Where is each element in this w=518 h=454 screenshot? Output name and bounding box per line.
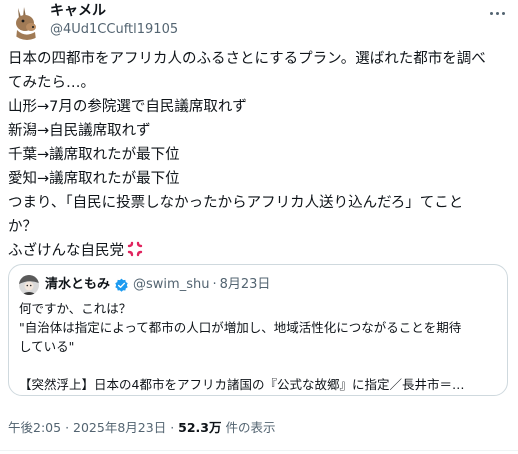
profile-photo-icon [19, 275, 39, 295]
quoted-tweet-header: 清水ともみ @swim_shu · 8月23日 [19, 275, 270, 295]
quote-line: している" [19, 339, 75, 354]
verified-badge-icon [115, 278, 128, 292]
tweet-line: か？ [8, 219, 37, 235]
quote-line: "自治体は指定によって都市の人口が増加し、地域活性化につながることを期待 [19, 320, 462, 335]
author-avatar[interactable] [8, 2, 46, 40]
tweet-line-text: ふざけんな自民党 [8, 243, 124, 259]
tweet-line: 千葉→議席取れたが最下位 [8, 147, 180, 163]
author-handle[interactable]: @4Ud1CCuftl19105 [50, 22, 178, 38]
more-dot-icon [501, 11, 505, 15]
separator-dot: · [65, 420, 70, 435]
view-count-label: 件の表示 [225, 420, 276, 435]
tweet-line: 日本の四都市をアフリカ人のふるさとにするプラン。選ばれた都市を調べ [8, 51, 486, 67]
more-dot-icon [489, 11, 493, 15]
divider [0, 450, 518, 451]
quoted-tweet-date[interactable]: 8月23日 [220, 275, 271, 295]
more-dot-icon [495, 11, 499, 15]
tweet-line: 山形→7月の参院選で自民議席取れず [8, 99, 247, 115]
separator-dot: · [170, 420, 175, 435]
tweet-time[interactable]: 午後2:05 [8, 420, 61, 435]
author-name[interactable]: キャメル [50, 2, 106, 20]
quote-line [19, 356, 499, 375]
tweet-date[interactable]: 2025年8月23日 [73, 420, 166, 435]
view-count[interactable]: 52.3万 [178, 420, 221, 435]
tweet-line: つまり、「自民に投票しなかったからアフリカ人送り込んだろ」てこと [8, 195, 464, 211]
quote-line: 何ですか、これは？ [19, 301, 132, 316]
tweet-line: 愛知→議席取れたが最下位 [8, 171, 180, 187]
tweet-line: てみたら…。 [8, 75, 95, 91]
separator-dot: · [212, 277, 217, 292]
quote-line: 【突然浮上】日本の4都市をアフリカ諸国の『公式な故郷』に指定／長井市＝… [19, 377, 465, 392]
quoted-author-handle[interactable]: @swim_shu [133, 275, 209, 295]
tweet-line: 新潟→自民議席取れず [8, 123, 151, 139]
quoted-tweet-card[interactable]: 清水ともみ @swim_shu · 8月23日 何ですか、これは？ "自治体は指… [8, 264, 508, 396]
tweet-meta: 午後2:05 · 2025年8月23日 · 52.3万 件の表示 [8, 419, 276, 437]
more-options-button[interactable] [486, 6, 508, 20]
quoted-tweet-text: 何ですか、これは？ "自治体は指定によって都市の人口が増加し、地域活性化につなが… [19, 299, 499, 394]
tweet-text: 日本の四都市をアフリカ人のふるさとにするプラン。選ばれた都市を調べ てみたら…。… [8, 47, 513, 263]
quoted-author-avatar[interactable] [19, 275, 39, 295]
anger-symbol-icon [127, 241, 143, 257]
tweet-last-line: ふざけんな自民党 [8, 239, 513, 263]
quoted-author-name[interactable]: 清水ともみ [45, 275, 110, 295]
camel-avatar-icon [8, 2, 46, 40]
